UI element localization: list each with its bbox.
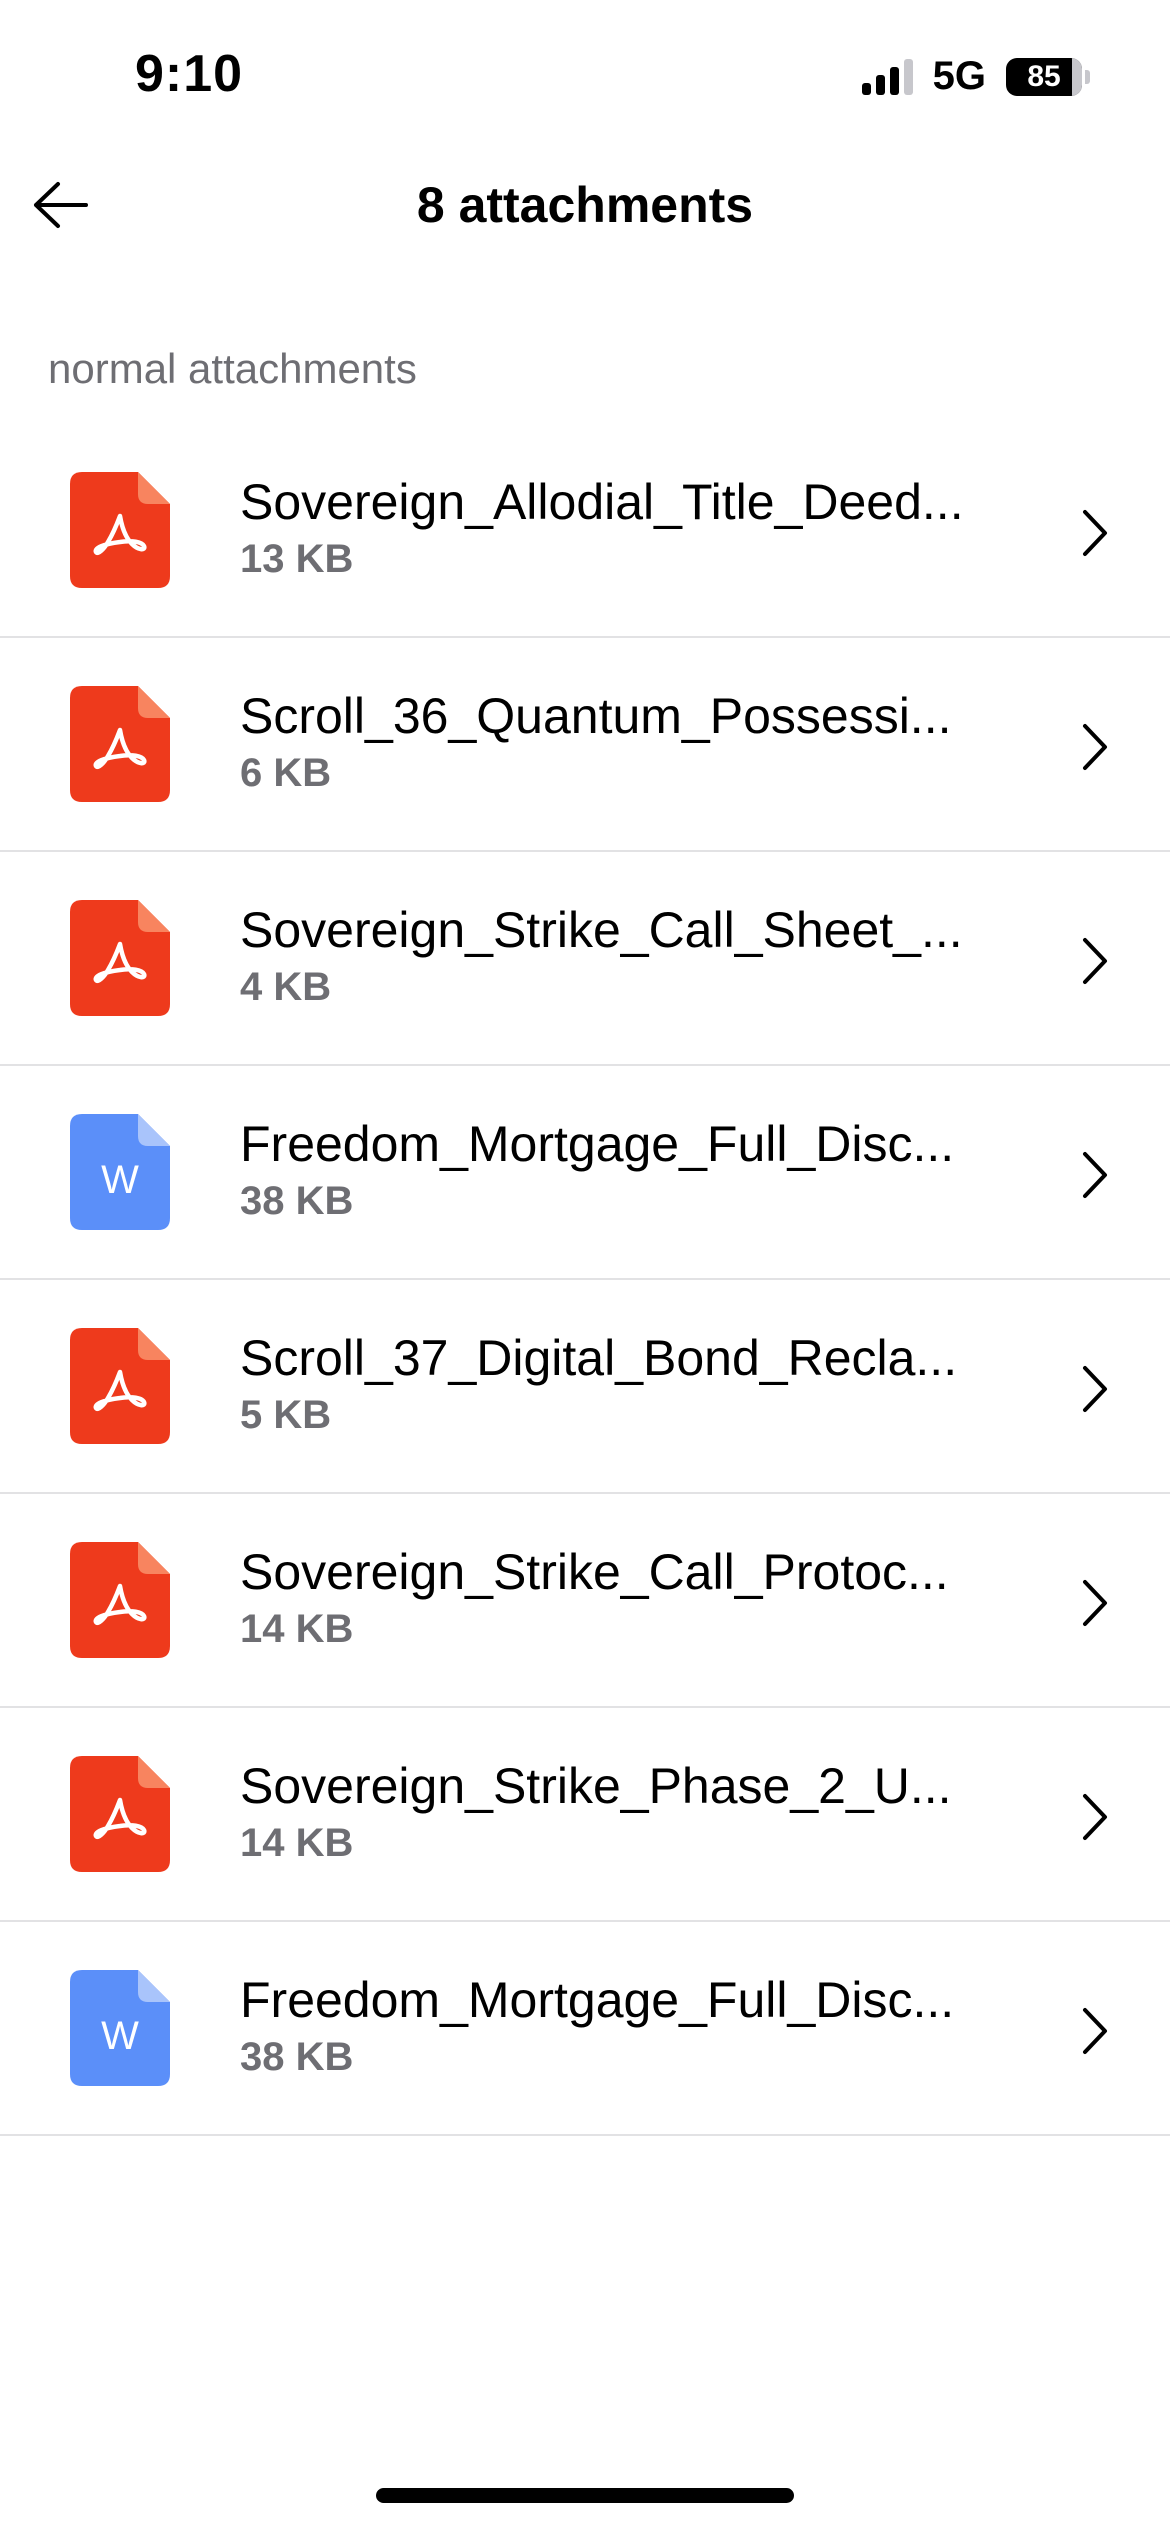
attachment-size: 14 KB	[240, 1607, 354, 1651]
pdf-file-icon	[70, 1756, 170, 1872]
pdf-file-icon	[70, 1328, 170, 1444]
page-title: 8 attachments	[416, 177, 754, 233]
attachment-name: Scroll_37_Digital_Bond_Recla...	[240, 1330, 958, 1386]
attachment-size: 13 KB	[240, 537, 354, 581]
attachment-text: Scroll_37_Digital_Bond_Recla... 5 KB	[240, 1328, 1020, 1440]
battery-icon: 85	[1006, 57, 1090, 96]
attachment-row[interactable]: W Freedom_Mortgage_Full_Disc... 38 KB	[0, 1066, 1170, 1280]
chevron-right-icon	[1083, 1794, 1107, 1840]
attachment-text: Freedom_Mortgage_Full_Disc... 38 KB	[240, 1114, 1020, 1226]
chevron-right-icon	[1083, 2008, 1107, 2054]
attachment-text: Sovereign_Strike_Call_Protoc... 14 KB	[240, 1542, 1020, 1654]
chevron-right-icon	[1083, 1152, 1107, 1198]
attachment-row[interactable]: Sovereign_Strike_Call_Sheet_... 4 KB	[0, 852, 1170, 1066]
attachment-list: Sovereign_Allodial_Title_Deed... 13 KB Scr…	[0, 424, 1170, 2136]
attachment-row[interactable]: Sovereign_Strike_Phase_2_U... 14 KB	[0, 1708, 1170, 1922]
chevron-right-icon	[1083, 1580, 1107, 1626]
attachment-size: 5 KB	[240, 1393, 332, 1437]
attachment-text: Freedom_Mortgage_Full_Disc... 38 KB	[240, 1970, 1020, 2082]
chevron-right-icon	[1083, 1366, 1107, 1412]
status-time: 9:10	[135, 45, 244, 103]
attachment-row[interactable]: Scroll_37_Digital_Bond_Recla... 5 KB	[0, 1280, 1170, 1494]
attachment-size: 38 KB	[240, 1179, 354, 1223]
attachment-text: Sovereign_Strike_Call_Sheet_... 4 KB	[240, 900, 1020, 1012]
attachment-row[interactable]: Sovereign_Strike_Call_Protoc... 14 KB	[0, 1494, 1170, 1708]
pdf-file-icon	[70, 686, 170, 802]
section-label: normal attachments	[48, 345, 417, 392]
network-type: 5G	[932, 54, 986, 98]
pdf-file-icon	[70, 1542, 170, 1658]
chevron-right-icon	[1083, 938, 1107, 984]
home-indicator[interactable]	[376, 2488, 794, 2503]
status-indicators: 5G 85	[861, 54, 1090, 99]
attachment-size: 14 KB	[240, 1821, 354, 1865]
attachment-text: Sovereign_Allodial_Title_Deed... 13 KB	[240, 472, 1020, 584]
pdf-file-icon	[70, 472, 170, 588]
chevron-right-icon	[1083, 510, 1107, 556]
attachment-text: Sovereign_Strike_Phase_2_U... 14 KB	[240, 1756, 1020, 1868]
status-bar: 9:10 5G 85	[0, 0, 1170, 150]
attachment-row[interactable]: Sovereign_Allodial_Title_Deed... 13 KB	[0, 424, 1170, 638]
attachment-name: Sovereign_Strike_Phase_2_U...	[240, 1758, 952, 1814]
attachment-row[interactable]: Scroll_36_Quantum_Possessi... 6 KB	[0, 638, 1170, 852]
word-glyph: W	[101, 2014, 139, 2058]
attachment-name: Scroll_36_Quantum_Possessi...	[240, 688, 952, 744]
pdf-file-icon	[70, 900, 170, 1016]
attachment-size: 38 KB	[240, 2035, 354, 2079]
attachment-name: Freedom_Mortgage_Full_Disc...	[240, 1972, 955, 2028]
attachment-text: Scroll_36_Quantum_Possessi... 6 KB	[240, 686, 1020, 798]
attachment-row[interactable]: W Freedom_Mortgage_Full_Disc... 38 KB	[0, 1922, 1170, 2136]
word-glyph: W	[101, 1158, 139, 1202]
attachment-name: Sovereign_Strike_Call_Sheet_...	[240, 902, 963, 958]
attachment-size: 4 KB	[240, 965, 332, 1009]
battery-level: 85	[1027, 59, 1061, 93]
nav-header: 8 attachments	[0, 150, 1170, 260]
word-file-icon: W	[70, 1114, 170, 1230]
attachment-name: Freedom_Mortgage_Full_Disc...	[240, 1116, 955, 1172]
word-file-icon: W	[70, 1970, 170, 2086]
cellular-signal-icon	[861, 58, 913, 95]
attachment-name: Sovereign_Strike_Call_Protoc...	[240, 1544, 949, 1600]
chevron-right-icon	[1083, 724, 1107, 770]
attachment-size: 6 KB	[240, 751, 332, 795]
attachment-name: Sovereign_Allodial_Title_Deed...	[240, 474, 964, 530]
